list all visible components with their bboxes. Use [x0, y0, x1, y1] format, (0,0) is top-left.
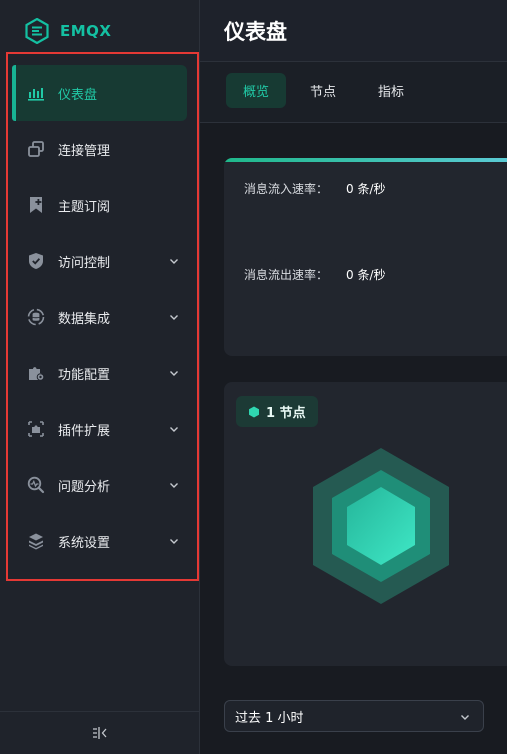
layers-icon [26, 531, 46, 551]
chevron-down-icon [170, 371, 178, 376]
card-accent-bar [224, 158, 507, 162]
sidebar-item-label: 系统设置 [58, 535, 111, 551]
sidebar-item-label: 连接管理 [58, 143, 111, 159]
sidebar-item-dashboard[interactable]: 仪表盘 [12, 65, 187, 121]
outbound-rate-label: 消息流出速率： [244, 268, 329, 282]
sidebar-item-configuration[interactable]: 功能配置 [12, 345, 187, 401]
chevron-down-icon [170, 315, 178, 320]
sidebar-item-label: 主题订阅 [58, 199, 111, 215]
brand-logo[interactable]: EMQX [24, 18, 112, 44]
node-topology-card: 1 节点 [224, 382, 507, 666]
sidebar-item-data-integration[interactable]: 数据集成 [12, 289, 187, 345]
shield-icon [26, 251, 46, 271]
chevron-down-icon [170, 259, 178, 264]
chevron-down-icon [170, 427, 178, 432]
node-hexagon-icon[interactable] [313, 448, 449, 604]
time-range-value: 过去 1 小时 [235, 710, 304, 726]
sidebar-item-label: 功能配置 [58, 367, 111, 383]
sidebar-item-diagnostics[interactable]: 问题分析 [12, 457, 187, 513]
sidebar-item-label: 仪表盘 [58, 87, 98, 103]
inbound-rate-row: 消息流入速率： 0 条/秒 [244, 180, 386, 197]
chevron-down-icon [461, 715, 469, 720]
chevron-down-icon [170, 539, 178, 544]
tab-nodes[interactable]: 节点 [298, 73, 348, 108]
subscribe-bookmark-icon [26, 195, 46, 215]
dashboard-icon [26, 83, 46, 103]
main-content: 仪表盘 概览 节点 指标 消息流入速率： 0 条/秒 消息流出速率： 0 条/秒… [200, 0, 507, 754]
time-range-select[interactable]: 过去 1 小时 [224, 700, 484, 732]
page-title: 仪表盘 [224, 20, 287, 44]
inbound-rate-label: 消息流入速率： [244, 182, 329, 196]
sidebar-item-label: 数据集成 [58, 311, 111, 327]
tab-metrics[interactable]: 指标 [366, 73, 416, 108]
node-count-badge[interactable]: 1 节点 [236, 396, 318, 427]
connections-icon [26, 139, 46, 159]
plugin-icon [26, 419, 46, 439]
sidebar-collapse-button[interactable] [0, 711, 200, 754]
sidebar-item-access-control[interactable]: 访问控制 [12, 233, 187, 289]
sidebar-item-connections[interactable]: 连接管理 [12, 121, 187, 177]
diagnose-icon [26, 475, 46, 495]
puzzle-gear-icon [26, 363, 46, 383]
sidebar-item-label: 问题分析 [58, 479, 111, 495]
data-integration-icon [26, 307, 46, 327]
sidebar-item-plugins[interactable]: 插件扩展 [12, 401, 187, 457]
brand-name: EMQX [60, 22, 112, 40]
sidebar-item-subscriptions[interactable]: 主题订阅 [12, 177, 187, 233]
emqx-logo-icon [25, 18, 49, 44]
active-indicator [12, 65, 16, 121]
sidebar-item-label: 访问控制 [58, 255, 111, 271]
sidebar-item-system-settings[interactable]: 系统设置 [12, 513, 187, 569]
collapse-sidebar-icon [93, 727, 107, 739]
node-count-label: 1 节点 [266, 406, 306, 421]
sidebar-item-label: 插件扩展 [58, 423, 111, 439]
message-rate-card: 消息流入速率： 0 条/秒 消息流出速率： 0 条/秒 [224, 158, 507, 356]
chevron-down-icon [170, 483, 178, 488]
sidebar: EMQX 仪表盘 连接管理 主题订阅 访问控制 数据集成 功能配置 插件扩展 问… [0, 0, 200, 754]
outbound-rate-value: 0 条/秒 [346, 268, 386, 282]
inbound-rate-value: 0 条/秒 [346, 182, 386, 196]
hexagon-icon [249, 406, 259, 417]
outbound-rate-row: 消息流出速率： 0 条/秒 [244, 266, 386, 283]
tab-overview[interactable]: 概览 [226, 73, 286, 108]
